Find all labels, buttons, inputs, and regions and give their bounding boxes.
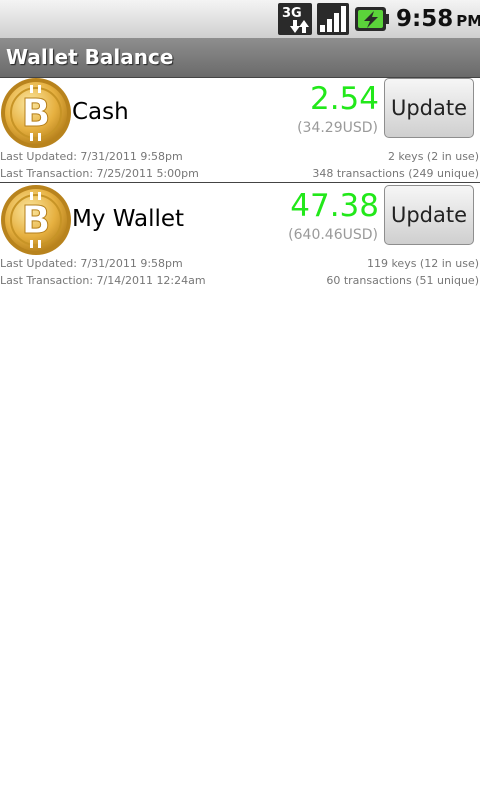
last-updated: Last Updated: 7/31/2011 9:58pm: [0, 150, 183, 163]
wallet-row-my-wallet: B My Wallet 47.38 (640.46USD) Update Las…: [0, 184, 480, 290]
3g-data-icon: 3G: [278, 3, 312, 35]
last-updated: Last Updated: 7/31/2011 9:58pm: [0, 257, 183, 270]
btc-balance: 2.54: [309, 81, 379, 117]
keys-count: 2 keys (2 in use): [387, 150, 479, 163]
wallet-row-cash: B Cash 2.54 (34.29USD) Update Last Updat…: [0, 77, 480, 183]
signal-strength-icon: [317, 3, 349, 35]
btc-balance: 47.38: [290, 188, 379, 224]
update-button[interactable]: Update: [384, 185, 474, 245]
network-label: 3G: [282, 6, 302, 21]
last-transaction: Last Transaction: 7/14/2011 12:24am: [0, 274, 206, 287]
keys-count: 119 keys (12 in use): [366, 257, 479, 270]
svg-text:B: B: [22, 91, 51, 135]
title-bar: Wallet Balance: [0, 38, 480, 78]
battery-charging-icon: [355, 7, 389, 31]
status-bar: 3G 9:58 PM: [0, 0, 480, 38]
app-title: Wallet Balance: [6, 45, 174, 69]
bitcoin-coin-icon: B: [1, 78, 71, 148]
usd-balance: (34.29USD): [297, 120, 378, 136]
wallet-name: My Wallet: [72, 206, 185, 232]
usd-balance: (640.46USD): [288, 227, 378, 243]
update-button[interactable]: Update: [384, 78, 474, 138]
status-clock: 9:58 PM: [396, 6, 480, 32]
bitcoin-coin-icon: B: [1, 185, 71, 255]
svg-text:B: B: [22, 198, 51, 242]
row-divider: [0, 182, 480, 183]
transactions-count: 60 transactions (51 unique): [326, 274, 479, 287]
last-transaction: Last Transaction: 7/25/2011 5:00pm: [0, 167, 199, 180]
transactions-count: 348 transactions (249 unique): [312, 167, 479, 180]
wallet-name: Cash: [72, 99, 129, 125]
